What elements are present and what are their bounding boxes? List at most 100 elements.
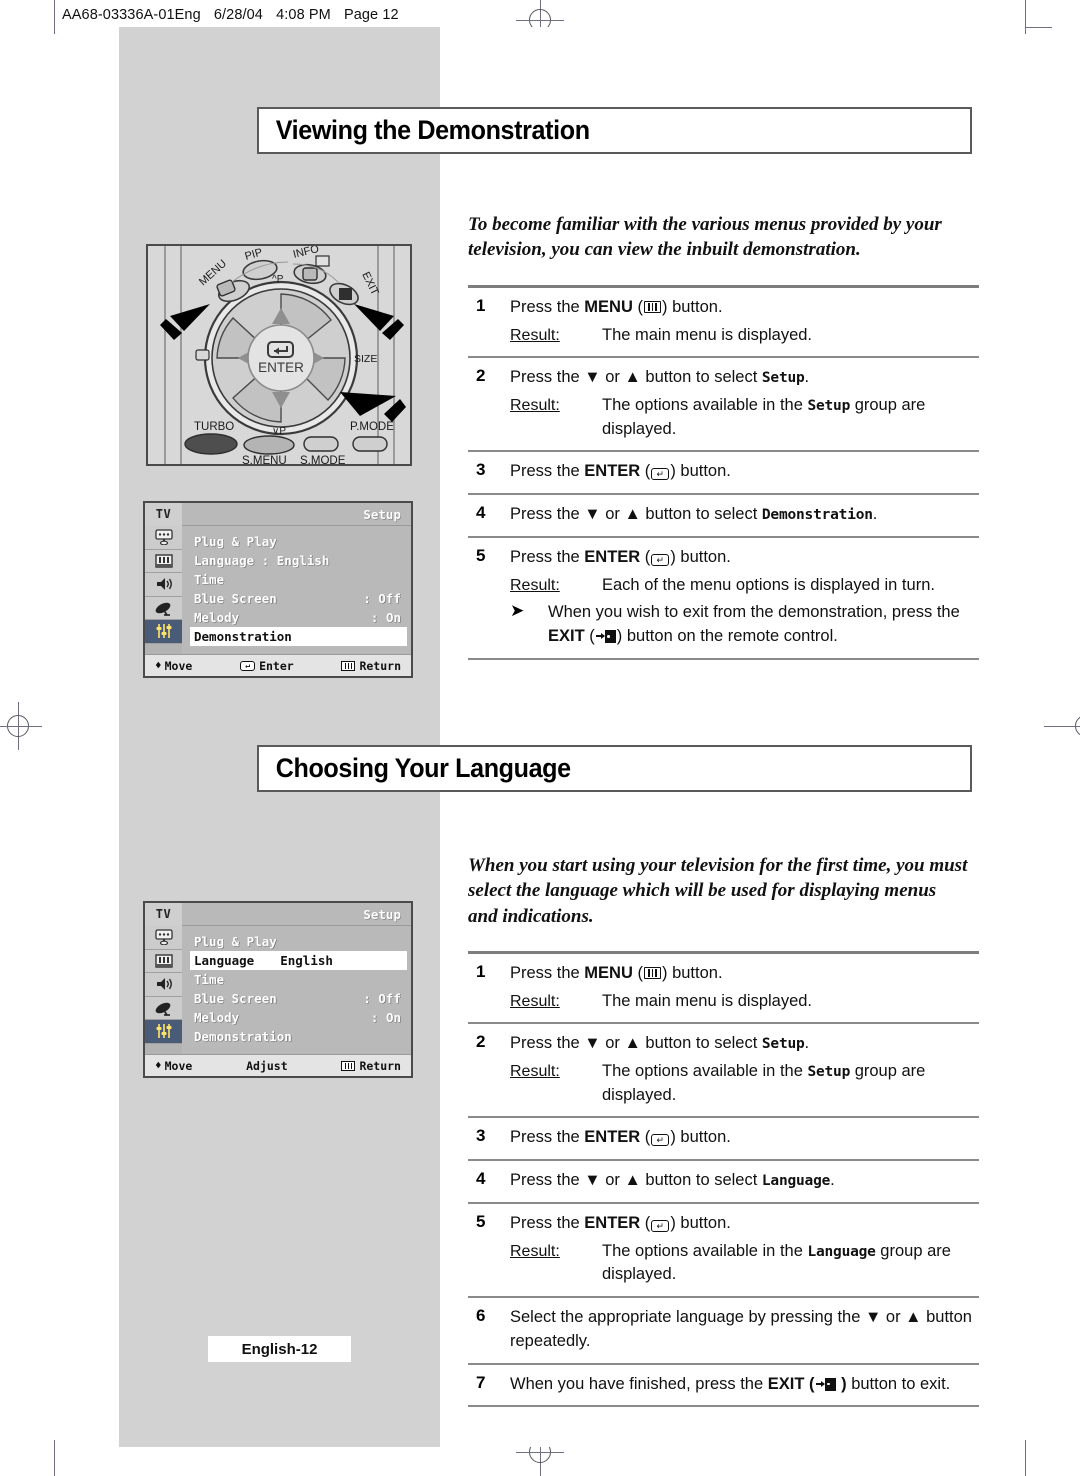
osd-move-label: Move: [164, 1058, 193, 1073]
osd-row-value: : Off: [363, 991, 401, 1006]
note-arrow-icon: ➤: [510, 601, 525, 621]
step-number: 3: [476, 1126, 486, 1146]
page-title: Choosing Your Language: [275, 753, 571, 783]
osd-row-label: Plug & Play: [194, 934, 277, 949]
remote-label-size: SIZE: [354, 353, 377, 365]
step-row: 5 Press the ENTER (↵) button. Result: Ea…: [468, 538, 979, 658]
osd-row-label: Plug & Play: [194, 534, 277, 549]
menu-icon: [341, 1060, 356, 1071]
page-number: Page 12: [343, 7, 399, 23]
picture-bars-icon[interactable]: [145, 949, 182, 973]
tuner-icon[interactable]: [145, 526, 182, 550]
remote-label-smode: S.MODE: [300, 455, 346, 467]
osd-row[interactable]: Blue Screen : Off: [182, 989, 411, 1008]
remote-control-illustration: ENTER MENU PIP INFO EXIT ^P ∨P SIZE TURB…: [146, 244, 412, 467]
step-number: 5: [476, 1211, 486, 1231]
osd-row-value: : On: [370, 1010, 401, 1025]
step-number: 5: [476, 545, 486, 565]
enter-glyph-icon: ↵: [651, 468, 670, 481]
osd-header: TV Setup: [145, 902, 411, 926]
osd-row-selected[interactable]: Demonstration: [190, 627, 407, 646]
speaker-icon[interactable]: [145, 973, 182, 997]
step-number: 4: [476, 1169, 486, 1189]
key-label: ENTER: [584, 462, 641, 481]
step-row: 2 Press the ▼ or ▲ button to select Setu…: [468, 358, 979, 450]
setup-sliders-icon[interactable]: [145, 1020, 182, 1044]
trim-mark-right-h: [1044, 726, 1080, 727]
step-number: 2: [476, 1032, 486, 1052]
updown-arrows: ▼ or ▲: [584, 505, 641, 524]
step-text: Press the ▼ or ▲ button to select Setup.: [510, 368, 810, 387]
step-row: 4 Press the ▼ or ▲ button to select Demo…: [468, 495, 979, 536]
step-number: 6: [476, 1305, 486, 1325]
menu-glyph-icon: [643, 967, 661, 979]
result-text: The options available in the Setup group…: [602, 1062, 926, 1104]
osd-row[interactable]: Melody : On: [182, 608, 411, 627]
tuner-icon[interactable]: [145, 926, 182, 950]
picture-bars-icon[interactable]: [145, 549, 182, 573]
step-text: Press the ENTER (↵) button.: [510, 547, 731, 566]
menu-keyword: Setup: [807, 1064, 851, 1081]
step-row: 1 Press the MENU () button. Result: The …: [468, 288, 979, 356]
step-result: Result: The main menu is displayed.: [510, 324, 979, 347]
enter-glyph-icon: ↵: [651, 1134, 670, 1147]
result-text: The options available in the Language gr…: [602, 1241, 951, 1284]
key-label: ENTER: [584, 547, 641, 566]
remote-diagram-svg: ENTER MENU PIP INFO EXIT ^P ∨P SIZE TURB…: [160, 246, 406, 467]
result-text: The options available in the Setup group…: [602, 396, 926, 438]
step-row: 3 Press the ENTER (↵) button.: [468, 1118, 979, 1159]
result-label: Result:: [510, 1063, 560, 1081]
osd-tv-label: TV: [145, 902, 182, 926]
osd-icon-rail: [145, 526, 182, 654]
osd-row-label: Language : English: [194, 553, 330, 568]
osd-row-value: : Off: [363, 591, 401, 606]
step-number: 7: [476, 1372, 486, 1392]
menu-keyword: Language: [761, 1173, 831, 1190]
satellite-dish-icon[interactable]: [145, 996, 182, 1020]
remote-label-down-p: ∨P: [272, 426, 286, 437]
osd-row-value: English: [280, 953, 333, 968]
osd-row[interactable]: Plug & Play: [182, 932, 411, 951]
osd-row-selected[interactable]: Language English: [190, 951, 407, 970]
enter-glyph-icon: ↵: [651, 1219, 670, 1232]
step-text: Press the ENTER (↵) button.: [510, 1128, 731, 1147]
osd-icon-rail: [145, 926, 182, 1054]
osd-row[interactable]: Blue Screen : Off: [182, 589, 411, 608]
result-label: Result:: [510, 326, 560, 344]
step-text: Press the ▼ or ▲ button to select Demons…: [510, 505, 878, 524]
step-text: Press the ▼ or ▲ button to select Langua…: [510, 1171, 835, 1190]
osd-row[interactable]: Melody : On: [182, 1008, 411, 1027]
osd-title: Setup: [363, 506, 401, 522]
print-time: 4:08 PM: [276, 7, 331, 23]
step-number: 2: [476, 366, 486, 386]
osd-row-label: Demonstration: [194, 1029, 292, 1044]
step-result: Result: The options available in the Set…: [510, 394, 979, 441]
osd-row-label: Melody: [194, 1010, 240, 1025]
step-row: 6 Select the appropriate language by pre…: [468, 1298, 979, 1363]
remote-label-exit: EXIT: [359, 270, 381, 297]
osd-row[interactable]: Demonstration: [182, 1027, 411, 1046]
setup-sliders-icon[interactable]: [145, 620, 182, 644]
result-label: Result:: [510, 576, 560, 594]
section-title-demonstration: Viewing the Demonstration: [257, 107, 972, 154]
speaker-icon[interactable]: [145, 573, 182, 597]
exit-glyph-icon: [595, 630, 616, 644]
remote-label-turbo: TURBO: [194, 421, 234, 433]
osd-row[interactable]: Time: [182, 570, 411, 589]
remote-label-up-p: ^P: [272, 274, 284, 285]
osd-header: TV Setup: [145, 502, 411, 526]
osd-row[interactable]: Language : English: [182, 551, 411, 570]
step-text: Press the MENU () button.: [510, 298, 723, 316]
step-text: Press the ▼ or ▲ button to select Setup.: [510, 1034, 810, 1053]
trim-mark-bottom-left: [54, 1440, 55, 1476]
osd-row[interactable]: Time: [182, 970, 411, 989]
step-result: Result: Each of the menu options is disp…: [510, 574, 979, 597]
osd-row[interactable]: Plug & Play: [182, 532, 411, 551]
step-result: Result: The options available in the Lan…: [510, 1240, 979, 1287]
osd-row-label: Language: [194, 953, 255, 968]
osd-footer-bar: ♦ Move Adjust Return: [145, 1054, 411, 1076]
key-label: EXIT: [767, 1374, 805, 1393]
satellite-dish-icon[interactable]: [145, 596, 182, 620]
remote-label-pmode: P.MODE: [350, 421, 394, 433]
osd-row-label: Blue Screen: [194, 591, 277, 606]
